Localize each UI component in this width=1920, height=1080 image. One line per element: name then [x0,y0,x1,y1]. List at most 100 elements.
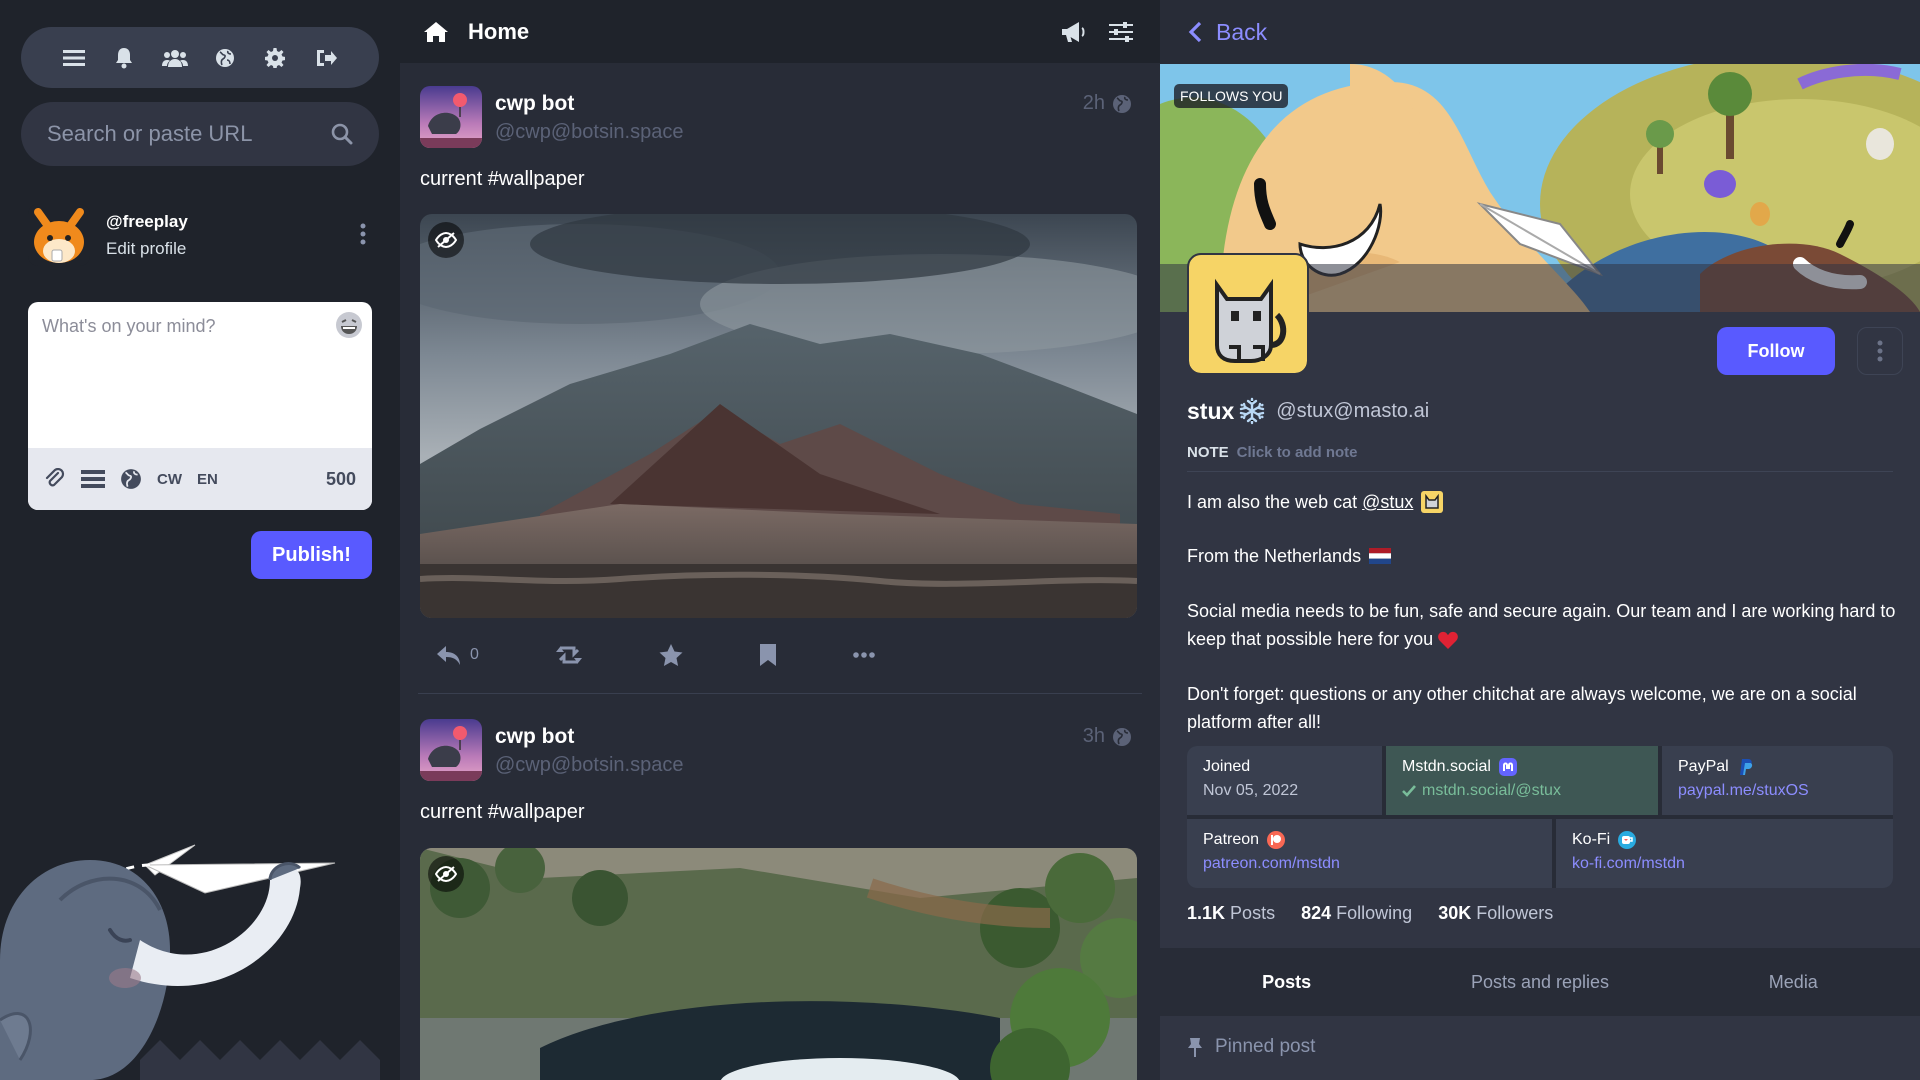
public-visibility-icon [1112,94,1132,114]
column-settings-icon[interactable] [1106,17,1136,47]
post-author-avatar[interactable] [420,719,482,781]
field-link[interactable]: ko-fi.com/mstdn [1572,855,1877,873]
tab-posts[interactable]: Posts [1160,972,1413,993]
publish-button[interactable]: Publish! [251,531,372,579]
snowflake-emoji-icon [1238,397,1266,425]
tab-media[interactable]: Media [1667,972,1920,993]
followers-label: Followers [1476,903,1554,923]
post-media-image[interactable] [420,214,1137,618]
globe-icon[interactable] [211,44,239,72]
pinned-label: Pinned post [1215,1036,1316,1057]
post-author-avatar[interactable] [420,86,482,148]
field-link[interactable]: patreon.com/mstdn [1203,855,1536,873]
note-divider [1187,471,1893,472]
posts-count: 1.1K [1187,903,1226,923]
field-link[interactable]: mstdn.social/@stux [1422,782,1561,800]
compose-placeholder[interactable]: What's on your mind? [42,316,216,337]
bio-text: Social media needs to be fun, safe and s… [1187,601,1896,649]
field-key: Mstdn.social [1402,758,1491,775]
post-content: current #wallpaper [420,168,585,190]
more-options-icon[interactable] [853,652,875,658]
back-label[interactable]: Back [1216,19,1267,46]
field-link[interactable]: paypal.me/stuxOS [1678,782,1877,800]
post-action-bar: 0 [436,644,951,666]
post-timestamp[interactable]: 3h [1083,725,1105,748]
my-avatar[interactable] [28,204,90,266]
post-timestamp[interactable]: 2h [1083,92,1105,115]
bookmark-icon[interactable] [759,644,777,666]
cat-emoji-icon [1421,491,1444,513]
field-kofi: Ko-Fi ko-fi.com/mstdn [1556,819,1893,888]
posts-label: Posts [1230,903,1276,923]
nav-bar [21,27,379,88]
field-joined: Joined Nov 05, 2022 [1187,746,1382,815]
post-divider [418,693,1142,694]
status-post[interactable]: cwp bot @cwp@botsin.space 2h current #wa… [400,63,1160,694]
profile-display-name: stux [1187,397,1235,424]
emoji-picker-icon[interactable] [334,310,364,340]
gear-icon[interactable] [261,44,289,72]
search-icon[interactable] [331,123,353,145]
followers-count-link[interactable]: 30K Followers [1438,903,1553,924]
edit-profile-link[interactable]: Edit profile [106,239,353,259]
following-count-link[interactable]: 824 Following [1301,903,1412,924]
post-author-handle[interactable]: @cwp@botsin.space [495,754,683,777]
verified-check-icon [1402,785,1416,797]
mastodon-logo-icon [1498,758,1517,776]
field-paypal: PayPal paypal.me/stuxOS [1662,746,1893,815]
reply-button[interactable]: 0 [436,644,479,666]
profile-more-icon[interactable] [1857,327,1903,375]
boost-button[interactable] [555,644,583,666]
menu-icon[interactable] [60,44,88,72]
kofi-logo-icon [1618,831,1637,849]
search-bar[interactable]: Search or paste URL [21,102,379,166]
personal-note[interactable]: NOTE Click to add note [1187,444,1358,461]
field-key: Joined [1203,758,1251,775]
profile-bio-line: From the Netherlands [1187,542,1897,570]
bell-icon[interactable] [110,44,138,72]
language-button[interactable]: EN [197,471,218,488]
attach-icon[interactable] [44,468,66,490]
pinned-post-header: Pinned post [1187,1036,1315,1058]
field-key: Patreon [1203,831,1260,848]
hide-media-eye-icon[interactable] [428,856,464,892]
column-title[interactable]: Home [468,19,1040,45]
post-author-name[interactable]: cwp bot [495,92,574,116]
mastodon-mascot-illustration [0,820,400,1080]
post-media-image[interactable] [420,848,1137,1080]
account-menu-icon[interactable] [353,223,373,247]
profile-column: Back FOLLOWS YOU Follow stux @stux@masto… [1160,0,1920,1080]
content-warning-button[interactable]: CW [157,471,182,488]
profile-avatar[interactable] [1187,253,1309,375]
post-author-handle[interactable]: @cwp@botsin.space [495,121,683,144]
status-post[interactable]: cwp bot @cwp@botsin.space 3h current #wa… [400,696,1160,1080]
search-placeholder[interactable]: Search or paste URL [47,121,331,147]
hide-media-eye-icon[interactable] [428,222,464,258]
bio-text: I am also the web cat [1187,492,1363,512]
red-heart-icon [1438,631,1459,650]
profile-bio-line: I am also the web cat @stux [1187,488,1897,516]
character-counter: 500 [325,468,356,489]
my-account-handle[interactable]: @freeplay [106,212,353,232]
profile-name-row: stux @stux@masto.ai [1187,397,1429,425]
note-input[interactable]: Click to add note [1237,444,1358,461]
posts-count-link[interactable]: 1.1K Posts [1187,903,1275,924]
bio-mention-link[interactable]: @stux [1362,488,1413,516]
people-icon[interactable] [161,44,189,72]
favourite-star-icon[interactable] [659,644,683,666]
profile-tabs: Posts Posts and replies Media [1160,948,1920,1016]
poll-icon[interactable] [81,469,105,489]
account-card: @freeplay Edit profile [28,200,373,270]
followers-count: 30K [1438,903,1472,923]
pin-icon [1187,1037,1203,1057]
logout-icon[interactable] [312,44,340,72]
profile-stats: 1.1K Posts 824 Following 30K Followers [1187,903,1553,924]
bio-text: Don't forget: questions or any other chi… [1187,684,1857,732]
announcements-icon[interactable] [1058,17,1088,47]
back-button[interactable]: Back [1160,0,1920,64]
post-author-name[interactable]: cwp bot [495,725,574,749]
tab-posts-and-replies[interactable]: Posts and replies [1413,972,1666,993]
follow-button[interactable]: Follow [1717,327,1835,375]
visibility-globe-icon[interactable] [120,468,142,490]
compose-box[interactable]: What's on your mind? CW EN 500 [28,302,372,510]
